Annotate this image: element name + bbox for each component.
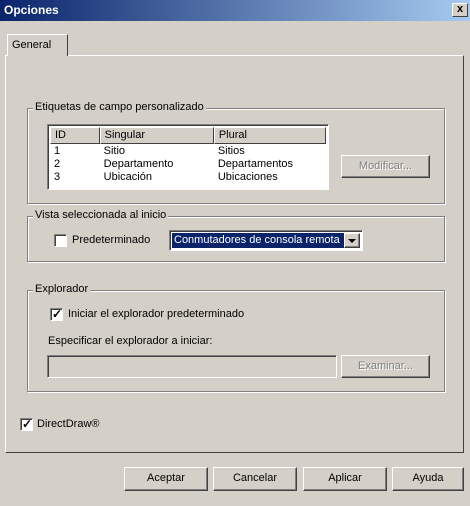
- modify-button-label: Modificar...: [358, 160, 413, 172]
- browser-path-input[interactable]: [47, 355, 337, 378]
- table-cell: Sitio: [103, 145, 126, 157]
- ok-button[interactable]: Aceptar: [124, 467, 208, 491]
- ok-button-label: Aceptar: [147, 472, 185, 484]
- startup-view-select-value: Conmutadores de consola remota: [172, 233, 344, 248]
- title-bar[interactable]: Opciones x: [0, 0, 470, 21]
- default-view-label[interactable]: Predeterminado: [72, 234, 150, 246]
- table-header: ID Singular Plural: [50, 127, 326, 144]
- apply-button-label: Aplicar: [328, 472, 362, 484]
- apply-button[interactable]: Aplicar: [303, 467, 387, 491]
- close-icon: x: [456, 3, 464, 15]
- table-row[interactable]: 3 Ubicación Ubicaciones: [50, 171, 326, 184]
- default-browser-checkbox[interactable]: ✓: [50, 307, 63, 321]
- table-cell: 3: [54, 171, 61, 183]
- directdraw-label[interactable]: DirectDraw®: [37, 418, 100, 430]
- custom-fields-table[interactable]: ID Singular Plural 1 Sitio Sitios 2 Depa…: [47, 124, 329, 190]
- table-body: 1 Sitio Sitios 2 Departamento Departamen…: [50, 145, 326, 184]
- table-row[interactable]: 1 Sitio Sitios: [50, 145, 326, 158]
- table-cell: Ubicaciones: [217, 171, 278, 183]
- default-view-checkbox[interactable]: [54, 234, 67, 247]
- chevron-down-icon: [348, 239, 356, 243]
- select-dropdown-button[interactable]: [344, 233, 360, 248]
- table-cell: Departamentos: [217, 158, 294, 170]
- directdraw-checkbox[interactable]: ✓: [20, 417, 33, 431]
- cancel-button-label: Cancelar: [232, 472, 278, 484]
- table-cell: 1: [54, 145, 61, 157]
- tab-general[interactable]: General: [7, 34, 68, 56]
- table-cell: Ubicación: [103, 171, 152, 183]
- custom-fields-group-label: Etiquetas de campo personalizado: [33, 101, 206, 113]
- table-cell: Departamento: [103, 158, 174, 170]
- default-browser-label[interactable]: Iniciar el explorador predeterminado: [68, 308, 244, 320]
- modify-button[interactable]: Modificar...: [341, 155, 430, 178]
- column-header-singular[interactable]: Singular: [99, 127, 214, 144]
- table-row[interactable]: 2 Departamento Departamentos: [50, 158, 326, 171]
- help-button-label: Ayuda: [412, 472, 444, 484]
- browser-group-label: Explorador: [33, 283, 91, 295]
- close-button[interactable]: x: [452, 3, 468, 17]
- column-header-id[interactable]: ID: [50, 127, 100, 144]
- options-dialog: Opciones x General Etiquetas de campo pe…: [0, 0, 470, 506]
- startup-view-select[interactable]: Conmutadores de consola remota: [169, 230, 363, 251]
- window-title: Opciones: [4, 3, 59, 17]
- tab-general-label: General: [12, 39, 52, 51]
- help-button[interactable]: Ayuda: [392, 467, 464, 491]
- column-header-plural[interactable]: Plural: [213, 127, 326, 144]
- checkmark-icon: ✓: [22, 417, 33, 431]
- table-cell: 2: [54, 158, 61, 170]
- cancel-button[interactable]: Cancelar: [213, 467, 297, 491]
- checkmark-icon: ✓: [52, 307, 63, 321]
- specify-browser-label: Especificar el explorador a iniciar:: [48, 335, 213, 347]
- table-cell: Sitios: [217, 145, 245, 157]
- startup-view-group-label: Vista seleccionada al inicio: [33, 209, 169, 221]
- browse-button-label: Examinar...: [357, 360, 414, 372]
- browse-button[interactable]: Examinar...: [341, 355, 430, 378]
